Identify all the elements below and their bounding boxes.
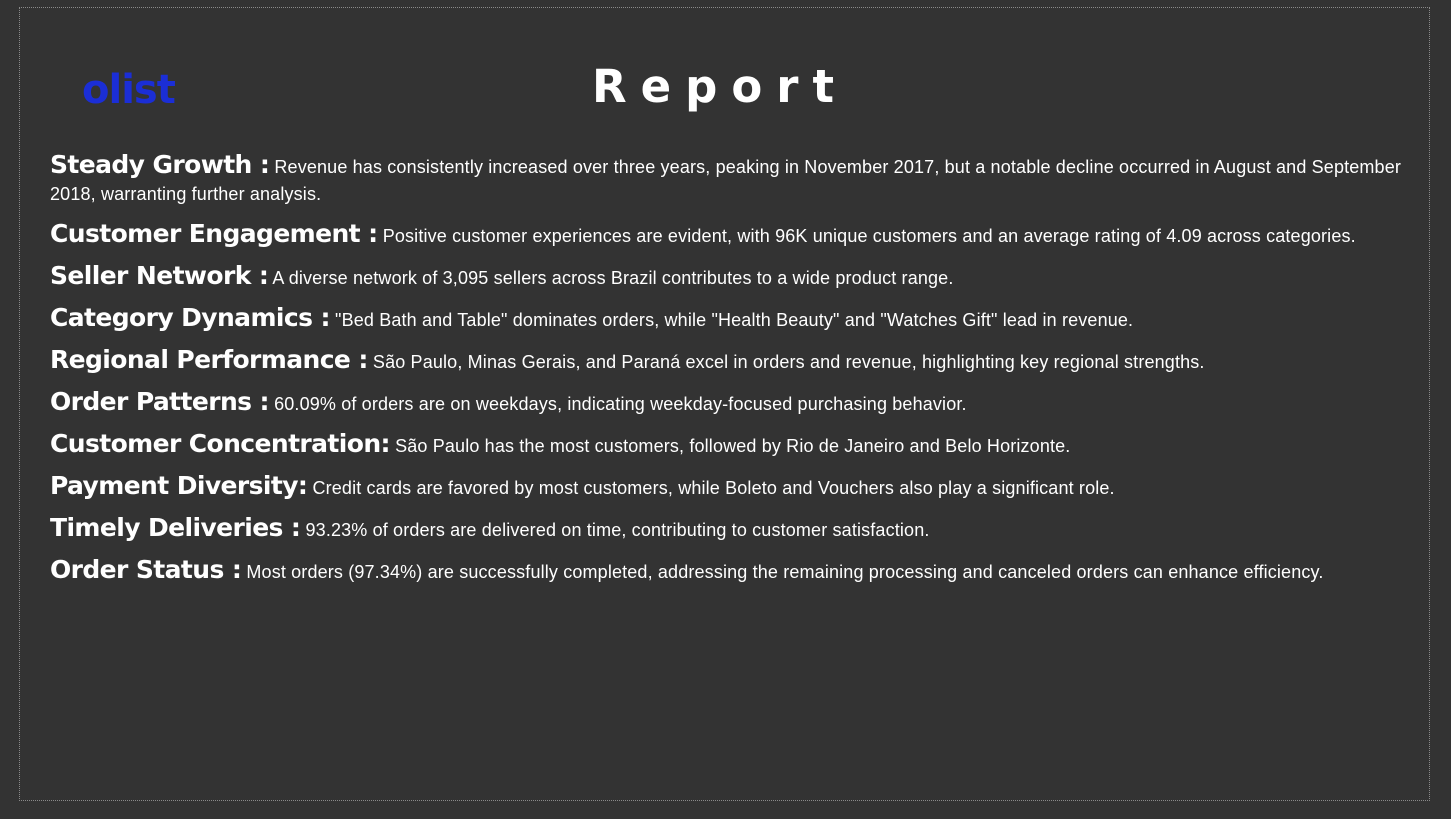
report-item-order-patterns: Order Patterns : 60.09% of orders are on…: [50, 389, 1420, 418]
item-text: 93.23% of orders are delivered on time, …: [300, 520, 930, 540]
item-text: Credit cards are favored by most custome…: [307, 478, 1115, 498]
report-item-order-status: Order Status : Most orders (97.34%) are …: [50, 557, 1420, 586]
item-text: São Paulo, Minas Gerais, and Paraná exce…: [367, 352, 1205, 372]
item-text: Most orders (97.34%) are successfully co…: [241, 562, 1324, 582]
item-heading: Payment Diversity:: [50, 471, 308, 500]
report-item-seller-network: Seller Network : A diverse network of 3,…: [50, 263, 1420, 292]
report-item-regional-performance: Regional Performance : São Paulo, Minas …: [50, 347, 1420, 376]
item-text: São Paulo has the most customers, follow…: [389, 436, 1071, 456]
report-item-payment-diversity: Payment Diversity: Credit cards are favo…: [50, 473, 1420, 502]
report-item-customer-concentration: Customer Concentration: São Paulo has th…: [50, 431, 1420, 460]
item-heading: Timely Deliveries :: [50, 513, 301, 542]
report-item-customer-engagement: Customer Engagement : Positive customer …: [50, 221, 1420, 250]
item-heading: Customer Concentration:: [50, 429, 391, 458]
item-text: 60.09% of orders are on weekdays, indica…: [268, 394, 967, 414]
item-heading: Regional Performance :: [50, 345, 368, 374]
report-item-timely-deliveries: Timely Deliveries : 93.23% of orders are…: [50, 515, 1420, 544]
item-heading: Steady Growth :: [50, 150, 270, 179]
item-heading: Order Patterns :: [50, 387, 270, 416]
report-items: Steady Growth : Revenue has consistently…: [50, 152, 1420, 599]
item-heading: Seller Network :: [50, 261, 269, 290]
report-item-category-dynamics: Category Dynamics : "Bed Bath and Table"…: [50, 305, 1420, 334]
item-heading: Order Status :: [50, 555, 242, 584]
item-text: "Bed Bath and Table" dominates orders, w…: [329, 310, 1134, 330]
item-heading: Customer Engagement :: [50, 219, 378, 248]
page-title: Report: [591, 60, 848, 113]
item-heading: Category Dynamics :: [50, 303, 330, 332]
item-text: A diverse network of 3,095 sellers acros…: [268, 268, 954, 288]
report-item-steady-growth: Steady Growth : Revenue has consistently…: [50, 152, 1420, 208]
item-text: Positive customer experiences are eviden…: [377, 226, 1356, 246]
